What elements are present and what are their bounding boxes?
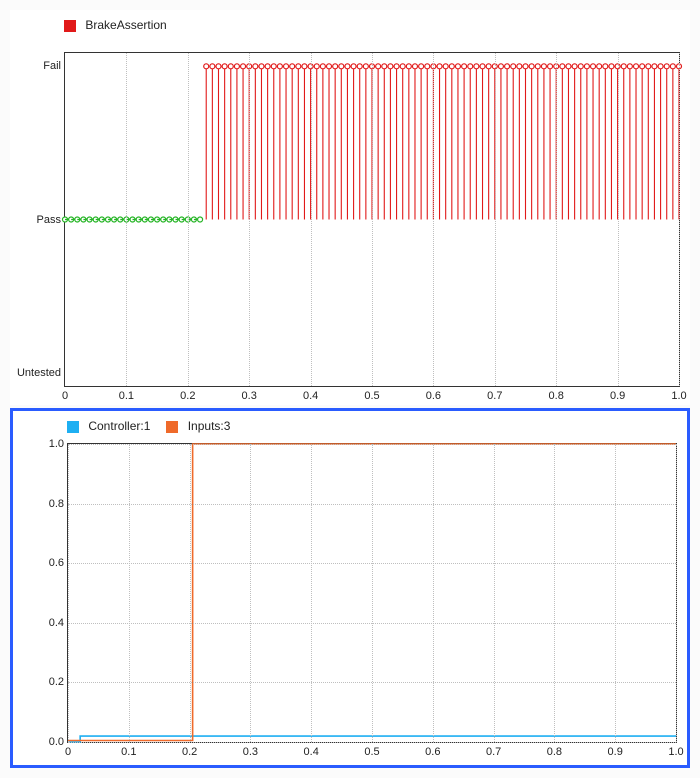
y-tick: Fail [11,60,61,72]
x-tick: 0.8 [547,746,562,758]
signal-legend: Controller:1 Inputs:3 [67,419,230,433]
y-tick: 0.4 [34,617,64,629]
x-tick: 0.3 [242,390,257,402]
x-tick: 0.2 [182,746,197,758]
x-tick: 0.4 [303,390,318,402]
y-tick: Untested [11,367,61,379]
legend-item: Controller:1 [67,419,150,433]
assertion-plot: 00.10.20.30.40.50.60.70.80.91.0FailPassU… [64,52,680,387]
legend-swatch [64,20,76,32]
x-tick: 0.9 [608,746,623,758]
x-tick: 0.4 [304,746,319,758]
assertion-chart-panel: BrakeAssertion 00.10.20.30.40.50.60.70.8… [10,10,690,405]
signal-plot: 00.10.20.30.40.50.60.70.80.91.00.00.20.4… [67,443,677,743]
x-tick: 0.7 [487,390,502,402]
x-tick: 1.0 [671,390,686,402]
x-tick: 0.3 [243,746,258,758]
x-tick: 0.5 [364,746,379,758]
y-tick: 0.2 [34,676,64,688]
x-tick: 0.6 [425,746,440,758]
y-tick: Pass [11,214,61,226]
x-tick: 0.5 [364,390,379,402]
x-tick: 0.2 [180,390,195,402]
y-tick: 0.8 [34,498,64,510]
x-tick: 0 [65,746,71,758]
x-tick: 0 [62,390,68,402]
legend-label: BrakeAssertion [85,18,166,32]
x-tick: 0.6 [426,390,441,402]
x-tick: 1.0 [668,746,683,758]
x-tick: 0.1 [119,390,134,402]
legend-item: BrakeAssertion [64,18,167,32]
x-tick: 0.1 [121,746,136,758]
assertion-legend: BrakeAssertion [64,18,167,32]
legend-item: Inputs:3 [166,419,230,433]
y-tick: 1.0 [34,438,64,450]
y-tick: 0.6 [34,557,64,569]
legend-swatch [67,421,79,433]
y-tick: 0.0 [34,736,64,748]
x-tick: 0.8 [549,390,564,402]
x-tick: 0.9 [610,390,625,402]
legend-label: Controller:1 [88,419,150,433]
legend-label: Inputs:3 [188,419,231,433]
signal-chart-panel: Controller:1 Inputs:3 00.10.20.30.40.50.… [10,408,690,768]
x-tick: 0.7 [486,746,501,758]
legend-swatch [166,421,178,433]
